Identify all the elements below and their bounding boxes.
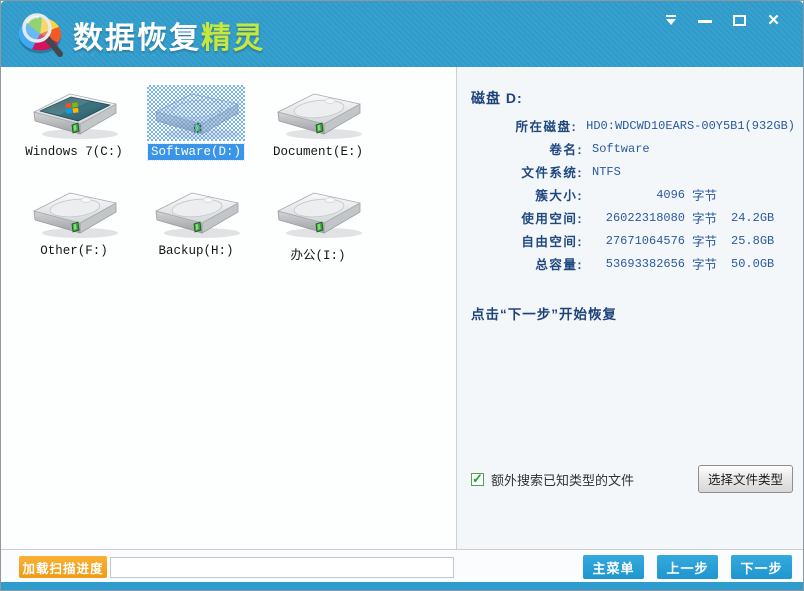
app-window: 数据恢复精灵 数据恢复精灵 ✕ Windows 7(C:) Software(D… [0, 0, 804, 591]
drive-item-software-d[interactable]: Software(D:) [135, 85, 257, 161]
drive-label: Windows 7(C:) [25, 145, 123, 159]
scan-progress-input[interactable] [110, 556, 454, 578]
drive-label: Document(E:) [272, 145, 363, 159]
maximize-icon[interactable] [732, 14, 747, 28]
detail-gb: 50.0GB [731, 256, 775, 271]
drive-item-office-i[interactable]: 办公(I:) [257, 186, 379, 264]
detail-bytes: 27671064576 [605, 233, 685, 248]
detail-label: 文件系统: [521, 166, 583, 180]
main-content: Windows 7(C:) Software(D:) Document(E:) … [1, 67, 803, 549]
detail-unit: 字节 [692, 189, 718, 203]
hard-drive-icon [25, 186, 123, 240]
window-controls: ✕ [664, 13, 781, 28]
hard-drive-icon [269, 87, 367, 141]
detail-label: 所在磁盘: [515, 120, 578, 134]
dropdown-menu-icon[interactable] [664, 14, 679, 28]
detail-gb: 25.8GB [731, 233, 775, 248]
footer-bar: 加载扫描进度 主菜单 上一步 下一步 [1, 549, 803, 584]
hard-drive-icon [269, 186, 367, 240]
hard-drive-windows-icon [25, 87, 123, 141]
drive-grid: Windows 7(C:) Software(D:) Document(E:) … [13, 85, 379, 264]
drive-label: Other(F:) [40, 244, 108, 258]
options-row: 额外搜索已知类型的文件 选择文件类型 [471, 465, 793, 493]
drive-label: Backup(H:) [158, 244, 234, 258]
previous-step-button[interactable]: 上一步 [657, 555, 718, 579]
detail-row: 文件系统: NTFS [471, 160, 795, 183]
app-title-reflection: 数据恢复精灵 [73, 48, 265, 65]
drive-item-other-f[interactable]: Other(F:) [13, 186, 135, 264]
hard-drive-icon [147, 85, 245, 141]
detail-label: 卷名: [549, 143, 583, 157]
disk-title: 磁盘 D: [471, 90, 523, 106]
detail-unit: 字节 [692, 212, 718, 226]
detail-unit: 字节 [692, 235, 718, 249]
detail-bytes: 26022318080 [605, 210, 685, 225]
disk-detail-rows: 所在磁盘: HD0:WDCWD10EARS-00Y5B1(932GB) 卷名: … [471, 114, 795, 275]
hard-drive-icon [147, 186, 245, 240]
detail-label: 使用空间: [521, 212, 583, 226]
detail-label: 自由空间: [521, 235, 583, 249]
detail-label: 总容量: [535, 258, 583, 272]
app-logo-icon [18, 13, 63, 57]
detail-bytes: 53693382656 [605, 256, 685, 271]
drive-item-windows-c[interactable]: Windows 7(C:) [13, 87, 135, 160]
extra-search-label[interactable]: 额外搜索已知类型的文件 [491, 470, 634, 489]
detail-value: HD0:WDCWD10EARS-00Y5B1(932GB) [586, 118, 795, 133]
detail-row: 卷名: Software [471, 137, 795, 160]
next-step-hint: 点击“下一步”开始恢复 [471, 307, 617, 322]
drive-list-panel: Windows 7(C:) Software(D:) Document(E:) … [1, 67, 456, 549]
disk-details-panel: 磁盘 D: 所在磁盘: HD0:WDCWD10EARS-00Y5B1(932GB… [456, 67, 803, 549]
detail-gb: 24.2GB [731, 210, 775, 225]
detail-row: 簇大小: 4096 字节 [471, 183, 795, 206]
minimize-icon[interactable] [698, 14, 713, 28]
detail-unit: 字节 [692, 258, 718, 272]
title-bar: 数据恢复精灵 数据恢复精灵 ✕ [1, 1, 803, 67]
close-icon[interactable]: ✕ [766, 13, 781, 28]
detail-row: 自由空间: 27671064576 字节 25.8GB [471, 229, 795, 252]
next-step-button[interactable]: 下一步 [731, 555, 792, 579]
select-file-type-button[interactable]: 选择文件类型 [697, 465, 793, 493]
detail-value: NTFS [592, 164, 621, 179]
drive-item-document-e[interactable]: Document(E:) [257, 87, 379, 160]
drive-label: 办公(I:) [290, 249, 346, 263]
drive-item-backup-h[interactable]: Backup(H:) [135, 186, 257, 264]
detail-row: 总容量: 53693382656 字节 50.0GB [471, 252, 795, 275]
load-scan-progress-button[interactable]: 加载扫描进度 [19, 556, 107, 578]
detail-row: 所在磁盘: HD0:WDCWD10EARS-00Y5B1(932GB) [471, 114, 795, 137]
detail-label: 簇大小: [535, 189, 583, 203]
drive-label: Software(D:) [146, 143, 246, 161]
bottom-accent-strip [1, 582, 803, 590]
detail-value: Software [592, 141, 650, 156]
detail-row: 使用空间: 26022318080 字节 24.2GB [471, 206, 795, 229]
main-menu-button[interactable]: 主菜单 [583, 555, 644, 579]
detail-bytes: 4096 [656, 187, 685, 202]
extra-search-checkbox[interactable] [471, 471, 484, 487]
